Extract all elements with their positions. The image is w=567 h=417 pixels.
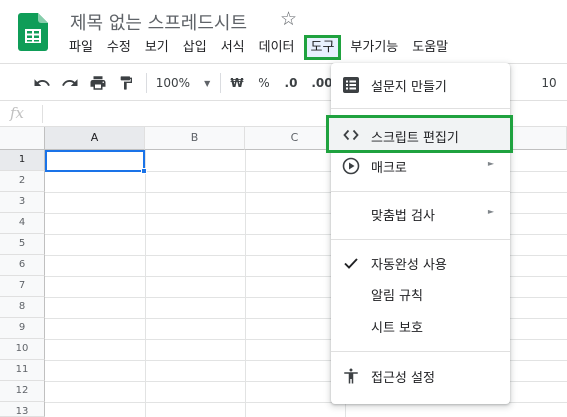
menu-item-protect-sheet[interactable]: 시트 보호: [331, 311, 510, 341]
decrease-decimal-label: .0: [284, 76, 298, 90]
row-header[interactable]: 7: [0, 276, 45, 297]
row-header[interactable]: 1: [0, 150, 45, 171]
menu-item-macros[interactable]: 매크로 ►: [331, 151, 510, 181]
form-icon: [342, 76, 360, 94]
star-icon[interactable]: ☆: [280, 8, 297, 30]
font-size-field[interactable]: 10: [536, 64, 562, 102]
accessibility-icon: [342, 367, 360, 385]
play-circle-icon: [342, 157, 360, 175]
zoom-select[interactable]: 100% ▼: [152, 64, 214, 102]
row-header[interactable]: 2: [0, 171, 45, 192]
menu-item-label: 설문지 만들기: [371, 80, 447, 95]
menu-view[interactable]: 보기: [138, 38, 176, 60]
menu-item-label: 접근성 설정: [371, 371, 435, 386]
increase-decimal-label: .00: [311, 76, 333, 90]
row-header[interactable]: 9: [0, 318, 45, 339]
column-header[interactable]: B: [145, 127, 245, 150]
fx-icon: fx: [10, 104, 25, 122]
menu-item-autocomplete[interactable]: 자동완성 사용: [331, 248, 510, 278]
row-header[interactable]: 12: [0, 381, 45, 402]
tools-menu-dropdown: 설문지 만들기 스크립트 편집기 매크로 ► 맞춤법 검사 ► 자동완성 사용 …: [326, 63, 513, 404]
menu-item-label: 맞춤법 검사: [371, 209, 435, 224]
document-title[interactable]: 제목 없는 스프레드시트: [70, 9, 247, 35]
row-header[interactable]: 8: [0, 297, 45, 318]
column-gridline: [245, 150, 246, 417]
row-header[interactable]: 3: [0, 192, 45, 213]
check-icon: [342, 254, 360, 272]
menu-data[interactable]: 데이터: [252, 38, 302, 60]
submenu-arrow-icon: ►: [487, 159, 494, 168]
menu-insert[interactable]: 삽입: [176, 38, 214, 60]
menu-help[interactable]: 도움말: [405, 38, 455, 60]
menu-divider: [331, 239, 510, 240]
fill-handle[interactable]: [141, 168, 147, 174]
menu-item-spelling[interactable]: 맞춤법 검사 ►: [331, 199, 510, 229]
menu-format[interactable]: 서식: [214, 38, 252, 60]
menu-divider: [331, 351, 510, 352]
menu-item-label: 시트 보호: [371, 321, 423, 336]
column-header[interactable]: A: [45, 127, 145, 150]
row-header[interactable]: 4: [0, 213, 45, 234]
code-icon: [342, 126, 360, 144]
chevron-down-icon: ▼: [204, 78, 211, 88]
row-header[interactable]: 11: [0, 360, 45, 381]
decrease-decimal-button[interactable]: .0: [281, 64, 301, 102]
currency-format-button[interactable]: ₩: [227, 64, 247, 102]
menu-item-notification-rules[interactable]: 알림 규칙: [331, 279, 510, 309]
row-header[interactable]: 10: [0, 339, 45, 360]
select-all-corner[interactable]: [0, 127, 45, 150]
menubar: 파일 수정 보기 삽입 서식 데이터 도구 부가기능 도움말: [62, 35, 455, 60]
menu-item-create-form[interactable]: 설문지 만들기: [331, 70, 510, 100]
row-header[interactable]: 5: [0, 234, 45, 255]
toolbar-divider: [220, 73, 221, 93]
menu-divider: [331, 108, 510, 109]
menu-item-accessibility[interactable]: 접근성 설정: [331, 361, 510, 391]
percent-format-button[interactable]: %: [254, 64, 274, 102]
toolbar-divider: [146, 73, 147, 93]
redo-icon[interactable]: [58, 64, 82, 102]
menu-item-label: 알림 규칙: [371, 289, 423, 304]
row-header[interactable]: 13: [0, 402, 45, 417]
menu-edit[interactable]: 수정: [100, 38, 138, 60]
google-sheets-logo-icon[interactable]: [18, 13, 48, 51]
submenu-arrow-icon: ►: [487, 207, 494, 216]
menu-item-label: 매크로: [371, 161, 407, 176]
menu-item-label: 스크립트 편집기: [371, 131, 459, 146]
menu-addons[interactable]: 부가기능: [343, 38, 405, 60]
menu-item-script-editor[interactable]: 스크립트 편집기: [326, 115, 513, 153]
column-gridline: [145, 150, 146, 417]
paint-format-icon[interactable]: [114, 64, 138, 102]
menu-tools[interactable]: 도구: [303, 35, 342, 60]
menu-item-label: 자동완성 사용: [371, 258, 447, 273]
print-icon[interactable]: [86, 64, 110, 102]
selected-cell-a1[interactable]: [45, 150, 145, 172]
menu-divider: [331, 191, 510, 192]
menu-file[interactable]: 파일: [62, 38, 100, 60]
zoom-value: 100%: [155, 76, 191, 90]
row-header[interactable]: 6: [0, 255, 45, 276]
formula-bar-divider: [42, 105, 43, 123]
undo-icon[interactable]: [30, 64, 54, 102]
